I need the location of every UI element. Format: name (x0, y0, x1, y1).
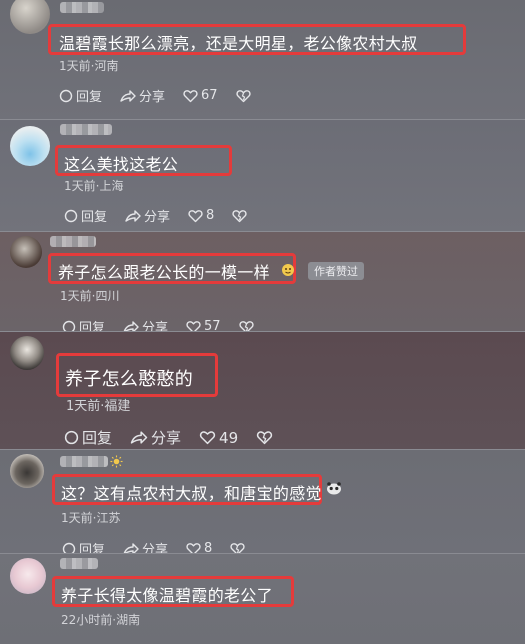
comment-item: 养子怎么憨憨的 1天前·福建 回复 分享 49 (0, 332, 525, 450)
comment-text: 养子怎么跟老公长的一模一样 (58, 263, 270, 282)
reply-label: 回复 (76, 90, 103, 105)
avatar[interactable] (10, 0, 50, 34)
reply-button[interactable]: 回复 (64, 206, 107, 225)
share-button[interactable]: 分享 (123, 317, 168, 332)
reply-bubble-icon (59, 89, 73, 102)
comment-item: 养子怎么跟老公长的一模一样 作者赞过 1天前·四川 回复 分享 57 (0, 232, 525, 332)
heart-icon (188, 209, 203, 222)
dislike-button[interactable] (235, 89, 254, 103)
comment-meta: 1天前·河南 (59, 59, 119, 73)
reply-bubble-icon (64, 209, 78, 222)
comment-meta: 1天前·福建 (66, 399, 131, 414)
share-label: 分享 (151, 429, 182, 447)
comment-actions: 回复 分享 8 (62, 539, 266, 554)
username-blurred[interactable] (60, 558, 98, 569)
like-button[interactable]: 8 (188, 208, 214, 223)
emoji-icon (282, 264, 294, 276)
reply-label: 回复 (79, 543, 106, 554)
broken-heart-icon (256, 431, 273, 445)
comment-item: 养子长得太像温碧霞的老公了 22小时前·湖南 (0, 554, 525, 644)
share-label: 分享 (144, 210, 171, 225)
dislike-button[interactable] (232, 209, 250, 223)
reply-button[interactable]: 回复 (62, 539, 105, 554)
share-button[interactable]: 分享 (120, 86, 165, 105)
share-button[interactable]: 分享 (123, 539, 168, 554)
reply-bubble-icon (64, 430, 79, 445)
like-count: 49 (219, 428, 239, 447)
comment-text: 养子怎么憨憨的 (65, 369, 194, 390)
avatar[interactable] (10, 236, 42, 268)
like-button[interactable]: 49 (199, 429, 238, 447)
author-liked-badge: 作者赞过 (308, 262, 364, 280)
comment-item: 这么美找这老公 1天前·上海 回复 分享 8 (0, 120, 525, 232)
comment-meta: 1天前·上海 (64, 179, 124, 193)
comment-actions: 回复 分享 8 (64, 206, 268, 225)
heart-icon (183, 89, 198, 102)
like-count: 8 (206, 208, 215, 223)
username-blurred[interactable] (60, 124, 112, 135)
comment-meta: 22小时前·湖南 (61, 613, 141, 627)
like-count: 67 (201, 88, 218, 103)
share-button[interactable]: 分享 (125, 206, 170, 225)
share-label: 分享 (142, 543, 169, 554)
avatar[interactable] (10, 336, 44, 370)
comment-text: 养子长得太像温碧霞的老公了 (61, 586, 273, 605)
comment-text: 这么美找这老公 (64, 155, 179, 174)
reply-button[interactable]: 回复 (64, 427, 112, 448)
reply-label: 回复 (79, 321, 106, 332)
comment-meta: 1天前·江苏 (61, 511, 121, 525)
comment-meta: 1天前·四川 (60, 289, 120, 303)
comment-actions: 回复 分享 49 (64, 427, 294, 448)
avatar[interactable] (10, 126, 50, 166)
share-arrow-icon (125, 209, 141, 222)
share-label: 分享 (142, 321, 169, 332)
comment-item: 温碧霞长那么漂亮，还是大明星，老公像农村大叔 1天前·河南 回复 分享 67 (0, 0, 525, 120)
like-button[interactable]: 67 (183, 88, 218, 103)
share-arrow-icon (120, 89, 136, 102)
share-arrow-icon (130, 431, 148, 444)
comment-actions: 回复 分享 67 (59, 86, 272, 105)
emoji-icon (327, 482, 341, 495)
share-label: 分享 (139, 90, 166, 105)
username-blurred[interactable] (60, 2, 104, 13)
broken-heart-icon (235, 89, 251, 102)
broken-heart-icon (232, 209, 247, 222)
username-blurred[interactable] (50, 236, 96, 247)
comment-text: 这？这有点农村大叔，和唐宝的感觉 (61, 484, 322, 503)
reply-label: 回复 (81, 210, 108, 225)
reply-button[interactable]: 回复 (62, 317, 105, 332)
reply-button[interactable]: 回复 (59, 86, 102, 105)
comment-text: 温碧霞长那么漂亮，还是大明星，老公像农村大叔 (59, 34, 418, 53)
avatar[interactable] (10, 454, 44, 488)
comment-item: 这？这有点农村大叔，和唐宝的感觉 1天前·江苏 回复 分享 8 (0, 450, 525, 554)
avatar[interactable] (10, 558, 46, 594)
reply-label: 回复 (82, 429, 113, 447)
share-button[interactable]: 分享 (130, 427, 181, 448)
comment-actions: 回复 分享 57 (62, 317, 275, 332)
dislike-button[interactable] (256, 430, 276, 445)
sun-icon (110, 455, 123, 468)
heart-icon (199, 431, 216, 445)
username-blurred[interactable] (60, 456, 108, 467)
